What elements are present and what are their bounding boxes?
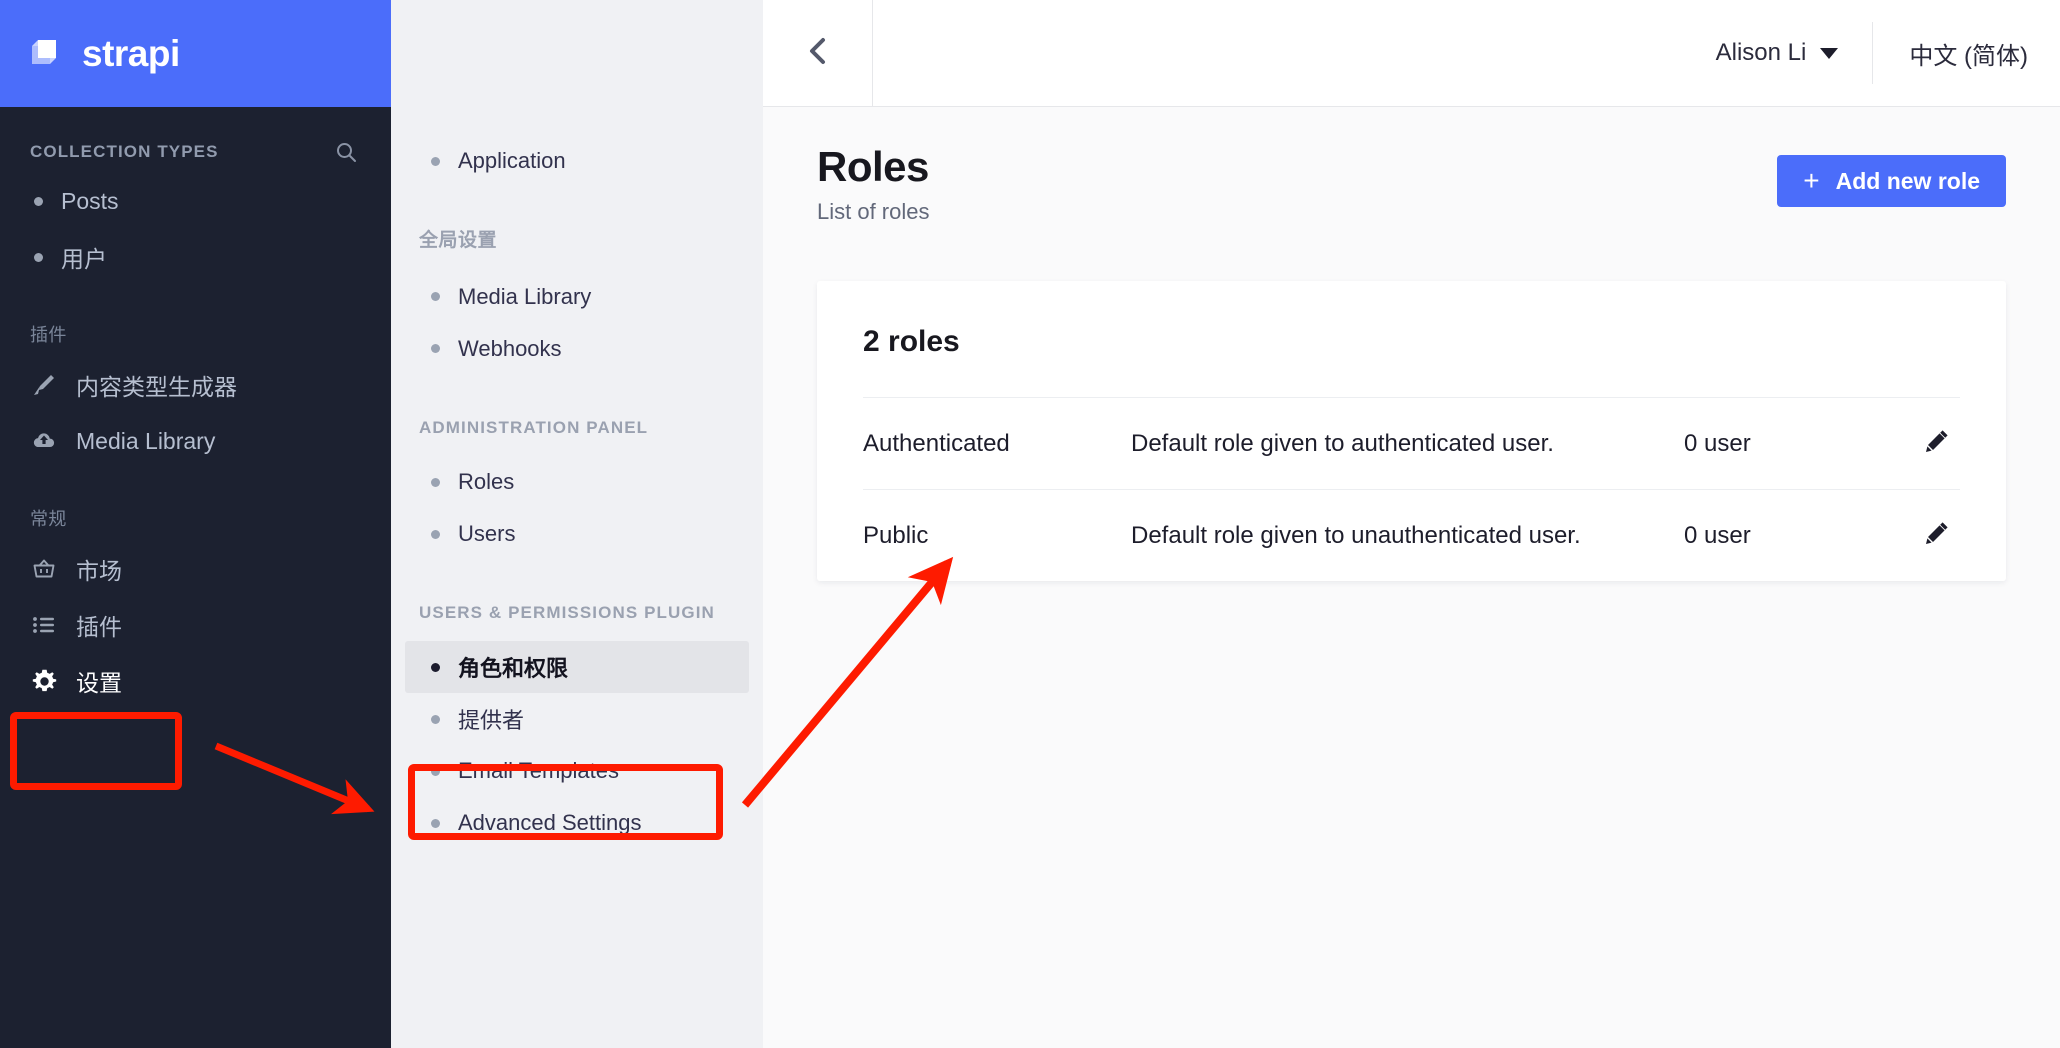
pencil-icon: [1924, 520, 1950, 551]
top-bar: Alison Li 中文 (简体): [763, 0, 2060, 107]
roles-count-label: 2 roles: [863, 325, 960, 358]
page-title: Roles: [817, 143, 929, 190]
edit-role-button[interactable]: [1914, 428, 1960, 459]
subnav-item-media-library[interactable]: Media Library: [405, 271, 749, 323]
strapi-cube-icon: [24, 32, 68, 76]
sidebar-item-marketplace[interactable]: 市场: [0, 541, 391, 597]
brand-header[interactable]: strapi: [0, 0, 391, 107]
table-row[interactable]: Public Default role given to unauthentic…: [863, 489, 1960, 581]
main-content-area: Alison Li 中文 (简体) Roles List of roles + …: [763, 0, 2060, 1048]
bullet-icon: [431, 818, 440, 828]
subnav-group-title-users-permissions: USERS & PERMISSIONS PLUGIN: [419, 603, 715, 622]
bullet-icon: [431, 156, 440, 166]
bullet-icon: [431, 529, 440, 539]
subnav-item-label: Users: [458, 521, 516, 546]
bullet-icon: [431, 344, 440, 354]
subnav-item-label: 角色和权限: [458, 656, 569, 682]
sidebar-item-label: Media Library: [76, 427, 216, 454]
edit-role-button[interactable]: [1914, 520, 1960, 551]
role-name: Authenticated: [863, 429, 1010, 457]
role-user-count: 0 user: [1684, 429, 1751, 457]
settings-subnav-panel: Application 全局设置 Media Library Webhooks …: [391, 0, 763, 1048]
brand-name: strapi: [82, 32, 180, 74]
sidebar-item-users-cn[interactable]: 用户: [0, 229, 391, 285]
plus-icon: +: [1803, 165, 1820, 196]
shopping-basket-icon: [30, 555, 58, 583]
subnav-item-label: Media Library: [458, 283, 592, 309]
subnav-item-webhooks[interactable]: Webhooks: [405, 323, 749, 375]
plugins-group-title: 插件: [30, 325, 67, 345]
roles-card: 2 roles Authenticated Default role given…: [817, 281, 2006, 581]
subnav-item-email-templates[interactable]: Email Templates: [405, 745, 749, 797]
sidebar-item-label: 内容类型生成器: [76, 374, 237, 400]
sidebar-item-content-type-builder[interactable]: 内容类型生成器: [0, 357, 391, 413]
sidebar-item-plugins[interactable]: 插件: [0, 597, 391, 653]
pencil-icon: [1924, 428, 1950, 459]
page-content: Roles List of roles + Add new role 2 rol…: [763, 107, 2060, 1048]
page-header: Roles List of roles + Add new role: [817, 143, 2006, 225]
subnav-item-label: Email Templates: [458, 758, 619, 784]
subnav-item-users[interactable]: Users: [405, 508, 749, 560]
list-icon: [30, 611, 58, 639]
bullet-icon: [431, 714, 440, 724]
gear-icon: [30, 667, 58, 695]
sidebar-item-settings[interactable]: 设置: [0, 653, 391, 709]
collection-types-header: COLLECTION TYPES: [0, 107, 391, 163]
bullet-icon: [34, 252, 43, 262]
subnav-item-roles-and-permissions[interactable]: 角色和权限: [405, 641, 749, 694]
sidebar-item-posts[interactable]: Posts: [0, 173, 391, 229]
bullet-icon: [34, 196, 43, 206]
sidebar-item-media-library[interactable]: Media Library: [0, 413, 391, 469]
add-new-role-button[interactable]: + Add new role: [1777, 155, 2006, 207]
subnav-item-providers[interactable]: 提供者: [405, 693, 749, 745]
language-selector[interactable]: 中文 (简体): [1873, 36, 2060, 71]
subnav-group-title-global: 全局设置: [419, 230, 498, 251]
strapi-admin-window: strapi COLLECTION TYPES Posts 用户 插件 内容类型…: [0, 0, 2060, 1048]
bullet-icon: [431, 766, 440, 776]
bullet-icon: [431, 292, 440, 302]
left-sidebar: strapi COLLECTION TYPES Posts 用户 插件 内容类型…: [0, 0, 391, 1048]
paintbrush-icon: [30, 371, 58, 399]
role-user-count: 0 user: [1684, 521, 1751, 549]
cloud-upload-icon: [30, 427, 58, 455]
chevron-down-icon: [1820, 47, 1839, 59]
search-icon[interactable]: [335, 141, 357, 163]
sidebar-item-label: Posts: [61, 187, 119, 214]
subnav-item-label: Advanced Settings: [458, 810, 642, 836]
user-menu[interactable]: Alison Li: [1682, 23, 1873, 83]
subnav-item-label: Application: [458, 148, 566, 173]
sidebar-item-label: 设置: [76, 670, 122, 696]
role-description: Default role given to authenticated user…: [1131, 429, 1554, 457]
table-row[interactable]: Authenticated Default role given to auth…: [863, 397, 1960, 489]
sidebar-item-label: 市场: [76, 558, 122, 584]
subnav-item-label: Webhooks: [458, 335, 562, 361]
subnav-group-title-admin: ADMINISTRATION PANEL: [419, 417, 649, 437]
role-name: Public: [863, 521, 929, 549]
page-title-group: Roles List of roles: [817, 143, 930, 225]
user-name: Alison Li: [1715, 39, 1807, 66]
chevron-left-icon: [805, 35, 831, 72]
general-group-title: 常规: [30, 509, 67, 529]
bullet-icon: [431, 662, 440, 672]
role-description: Default role given to unauthenticated us…: [1131, 521, 1581, 549]
bullet-icon: [431, 477, 440, 487]
collection-types-title: COLLECTION TYPES: [30, 142, 219, 161]
subnav-item-label: Roles: [458, 469, 515, 494]
back-button[interactable]: [763, 0, 873, 106]
sidebar-item-label: 用户: [61, 246, 107, 272]
subnav-item-label: 提供者: [458, 708, 525, 734]
add-new-role-label: Add new role: [1835, 167, 1980, 194]
page-subtitle: List of roles: [817, 199, 930, 224]
sidebar-item-label: 插件: [76, 614, 122, 640]
subnav-item-advanced-settings[interactable]: Advanced Settings: [405, 797, 749, 849]
subnav-item-application[interactable]: Application: [405, 135, 749, 187]
subnav-item-roles[interactable]: Roles: [405, 456, 749, 508]
